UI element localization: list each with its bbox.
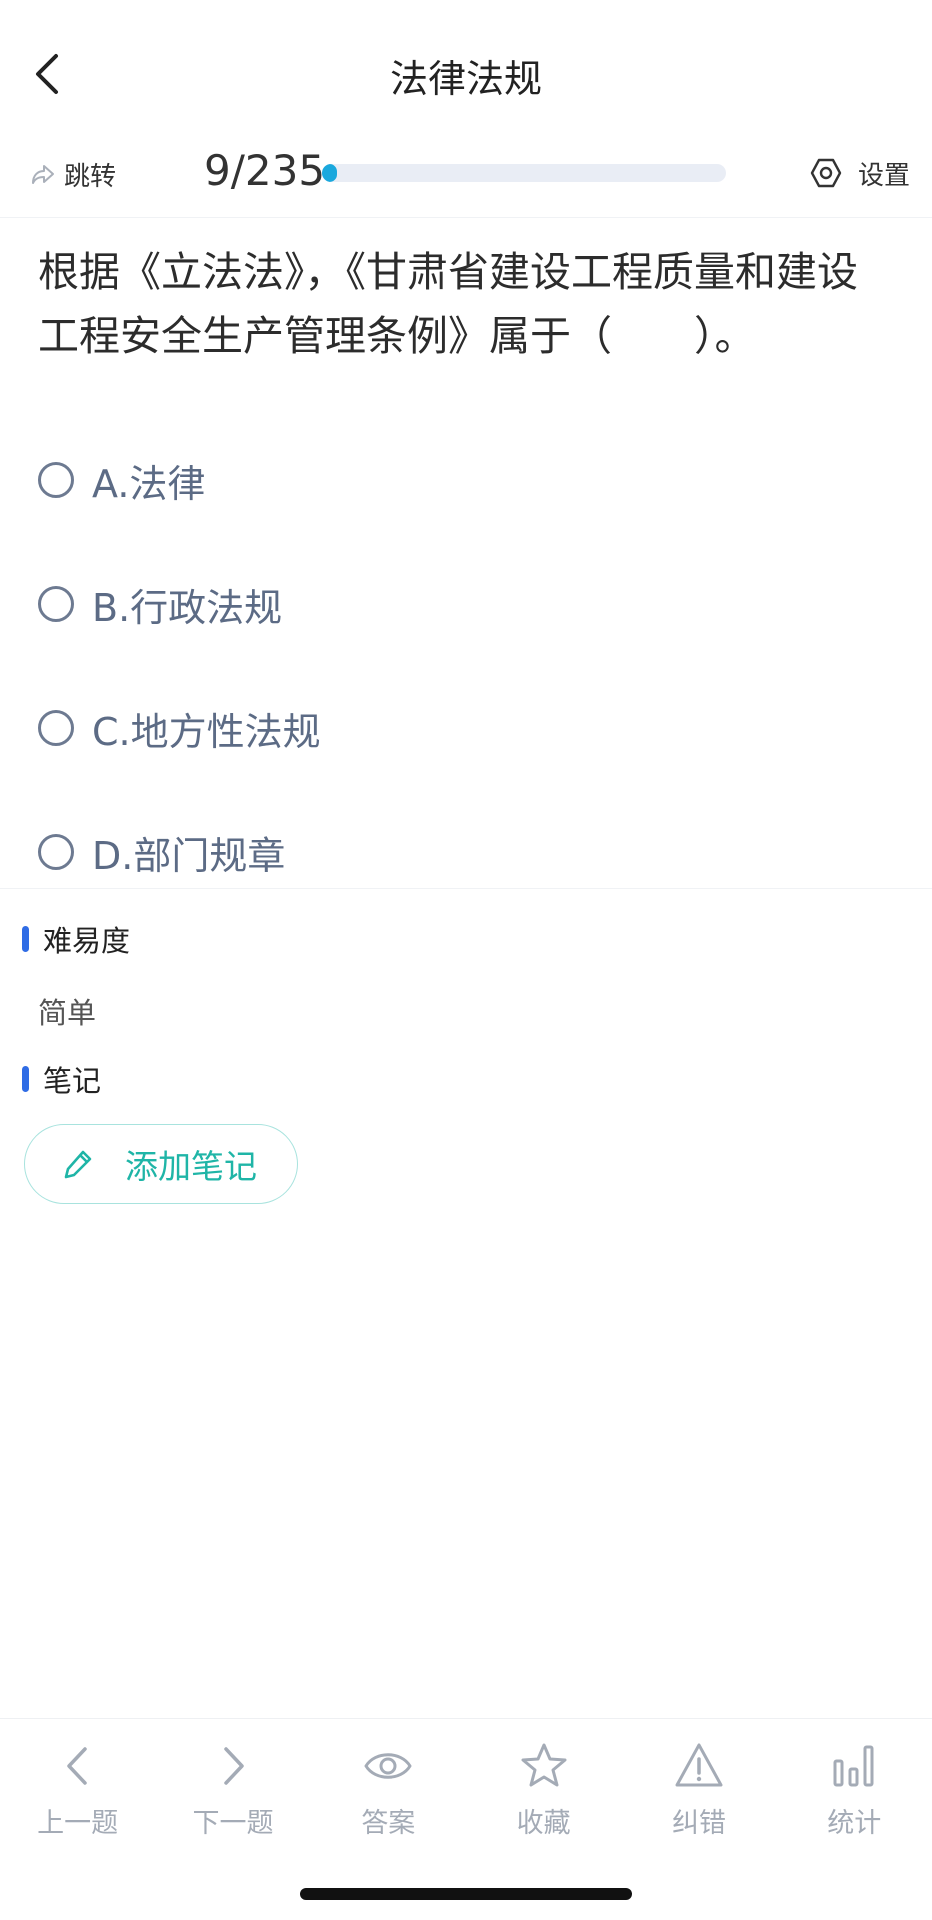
gear-icon <box>810 158 842 188</box>
option-label: C.地方性法规 <box>92 709 321 754</box>
section-marker <box>22 1066 29 1092</box>
radio-button[interactable] <box>38 710 74 746</box>
answer-button[interactable]: 答案 <box>311 1719 466 1868</box>
share-forward-icon <box>32 165 54 184</box>
question-counter: 9/235 <box>204 146 326 195</box>
notes-title: 笔记 <box>43 1064 102 1098</box>
question-page: 法律法规 跳转 9/235 设置 根据《立法法》，《甘肃省建设工程质量和建设工程… <box>0 0 932 1920</box>
next-question-button[interactable]: 下一题 <box>155 1719 310 1868</box>
radio-button[interactable] <box>38 586 74 622</box>
eye-icon <box>364 1753 412 1779</box>
tool-label: 收藏 <box>516 1808 571 1839</box>
option-label: A.法律 <box>92 461 206 506</box>
radio-button[interactable] <box>38 462 74 498</box>
options-list: A.法律 B.行政法规 C.地方性法规 D.部门规章 <box>38 418 894 914</box>
statistics-button[interactable]: 统计 <box>777 1719 932 1868</box>
difficulty-value: 简单 <box>38 996 97 1030</box>
jump-button[interactable]: 跳转 <box>30 152 116 196</box>
jump-label: 跳转 <box>64 161 117 192</box>
progress-bar <box>322 164 726 182</box>
add-note-button[interactable]: 添加笔记 <box>24 1124 298 1204</box>
report-error-button[interactable]: 纠错 <box>621 1719 776 1868</box>
favorite-button[interactable]: 收藏 <box>466 1719 621 1868</box>
difficulty-title: 难易度 <box>43 924 131 958</box>
page-title: 法律法规 <box>389 57 542 101</box>
chevron-right-icon <box>224 1747 244 1785</box>
chevron-left-icon <box>66 1747 87 1785</box>
add-note-label: 添加笔记 <box>125 1147 257 1186</box>
tool-label: 答案 <box>361 1808 416 1839</box>
option-b[interactable]: B.行政法规 <box>38 542 894 666</box>
settings-button[interactable]: 设置 <box>810 150 910 196</box>
radio-button[interactable] <box>38 834 74 870</box>
settings-label: 设置 <box>857 160 910 191</box>
difficulty-section-header: 难易度 <box>22 918 130 960</box>
option-a[interactable]: A.法律 <box>38 418 894 542</box>
option-c[interactable]: C.地方性法规 <box>38 666 894 790</box>
bottom-toolbar: 上一题 下一题 答案 收藏 纠错 统计 <box>0 1718 932 1868</box>
home-indicator[interactable] <box>300 1888 632 1900</box>
progress-row: 跳转 9/235 设置 <box>0 140 932 218</box>
progress-bar-fill <box>322 164 338 182</box>
section-marker <box>22 926 29 952</box>
pencil-icon <box>64 1150 92 1179</box>
option-label: B.行政法规 <box>92 585 283 630</box>
notes-section-header: 笔记 <box>22 1058 101 1100</box>
header: 法律法规 <box>0 0 932 140</box>
prev-question-button[interactable]: 上一题 <box>0 1719 155 1868</box>
option-d[interactable]: D.部门规章 <box>38 790 894 914</box>
tool-label: 上一题 <box>37 1808 119 1839</box>
question-text: 根据《立法法》，《甘肃省建设工程质量和建设工程安全生产管理条例》属于（ ）。 <box>38 248 858 360</box>
tool-label: 纠错 <box>671 1808 726 1839</box>
star-icon <box>521 1743 567 1787</box>
option-label: D.部门规章 <box>92 833 286 878</box>
tool-label: 下一题 <box>192 1808 274 1839</box>
warning-icon <box>675 1743 723 1787</box>
bar-chart-icon <box>833 1745 874 1787</box>
divider <box>0 888 932 889</box>
tool-label: 统计 <box>827 1808 882 1839</box>
